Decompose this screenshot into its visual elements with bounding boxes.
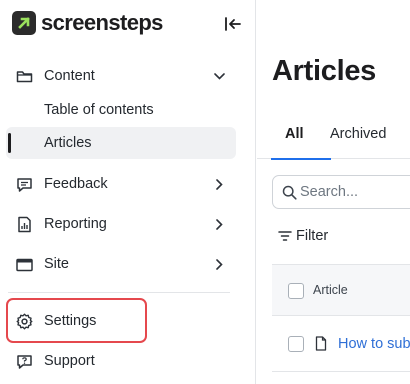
gear-icon <box>16 313 33 330</box>
sidebar-item-feedback[interactable]: Feedback <box>6 167 236 201</box>
folder-icon <box>16 68 33 85</box>
document-icon <box>315 336 327 351</box>
support-icon <box>16 353 33 370</box>
article-title-link[interactable]: How to sub <box>338 316 410 372</box>
chevron-right-icon <box>213 218 225 230</box>
logo-text: screensteps <box>41 10 163 35</box>
table-row: How to sub <box>272 316 410 372</box>
tab-label: Archived <box>330 126 387 142</box>
logo-icon <box>12 11 36 35</box>
site-icon <box>16 256 33 273</box>
search-box <box>272 175 410 209</box>
sidebar-item-label: Settings <box>44 313 97 329</box>
collapse-icon <box>225 17 241 31</box>
row-checkbox[interactable] <box>288 336 304 352</box>
sidebar-item-label: Feedback <box>44 176 108 192</box>
chevron-right-icon <box>213 258 225 270</box>
sidebar: screensteps Content Table of contents Ar… <box>0 0 256 384</box>
sidebar-item-reporting[interactable]: Reporting <box>6 207 236 241</box>
sidebar-item-label: Reporting <box>44 216 107 232</box>
active-tab-underline <box>271 158 331 160</box>
tab-all[interactable]: All <box>271 117 331 160</box>
tab-bar: All Archived <box>257 117 410 160</box>
sidebar-subitem-table-of-contents[interactable]: Table of contents <box>6 94 236 126</box>
sidebar-subitem-label: Articles <box>44 135 92 151</box>
search-input[interactable] <box>300 176 410 208</box>
tab-archived[interactable]: Archived <box>330 117 386 159</box>
chevron-down-icon <box>213 70 225 82</box>
chevron-right-icon <box>213 178 225 190</box>
active-indicator <box>8 133 11 153</box>
column-header-article[interactable]: Article <box>313 265 348 315</box>
chat-icon <box>16 176 33 193</box>
sidebar-item-content[interactable]: Content <box>6 59 236 93</box>
filter-icon <box>278 231 292 241</box>
filter-label: Filter <box>296 228 329 244</box>
report-icon <box>16 216 33 233</box>
table-header: Article <box>272 264 410 316</box>
sidebar-subitem-label: Table of contents <box>44 102 154 118</box>
sidebar-item-label: Content <box>44 68 95 84</box>
sidebar-item-label: Support <box>44 353 95 369</box>
sidebar-subitem-articles[interactable]: Articles <box>6 127 236 159</box>
collapse-sidebar-button[interactable] <box>222 13 244 35</box>
sidebar-item-label: Site <box>44 256 69 272</box>
sidebar-divider <box>8 292 230 293</box>
tab-label: All <box>285 126 304 142</box>
search-icon <box>282 185 297 200</box>
filter-button[interactable]: Filter <box>278 224 328 248</box>
logo[interactable]: screensteps <box>12 10 163 36</box>
page-title: Articles <box>272 55 376 87</box>
select-all-checkbox[interactable] <box>288 283 304 299</box>
sidebar-item-support[interactable]: Support <box>6 344 236 378</box>
main-content: Articles All Archived Filter Article How… <box>257 0 410 384</box>
sidebar-item-settings[interactable]: Settings <box>6 304 236 338</box>
sidebar-item-site[interactable]: Site <box>6 247 236 281</box>
